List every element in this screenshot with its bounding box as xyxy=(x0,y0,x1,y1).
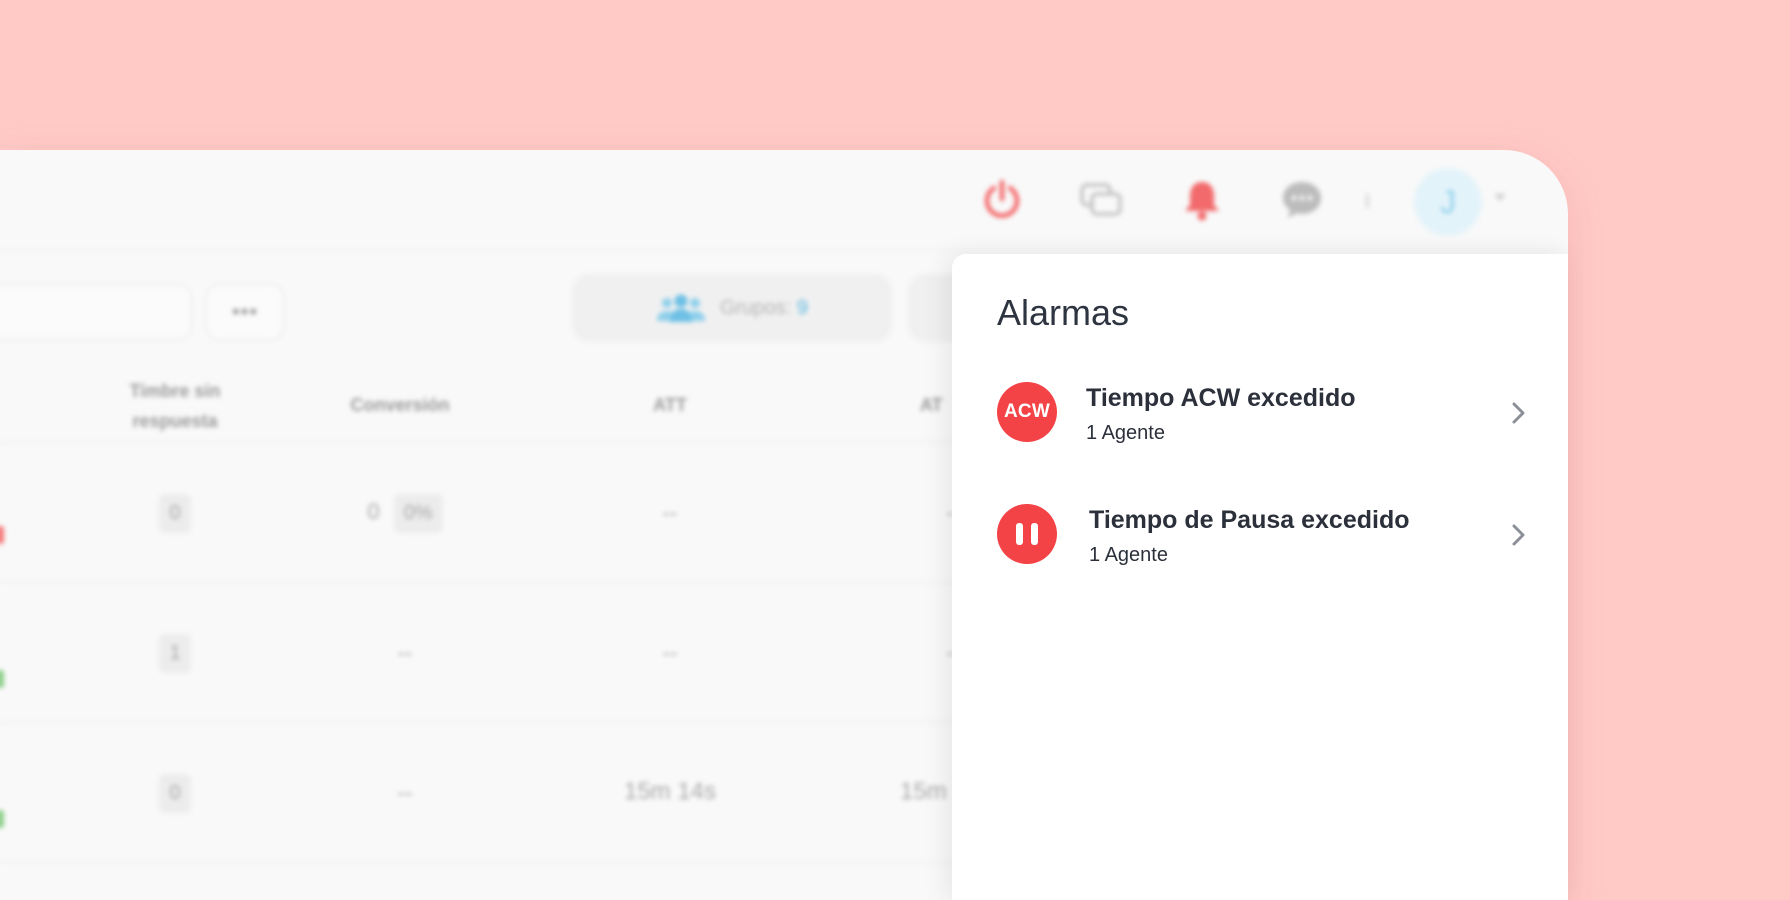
no-answer-value: 1 xyxy=(159,634,191,673)
chevron-right-icon xyxy=(1512,402,1525,424)
row-divider xyxy=(0,862,960,863)
conversion-value: 0 xyxy=(367,499,380,524)
pause-icon xyxy=(997,504,1057,564)
alarm-subtitle: 1 Agente xyxy=(1086,422,1165,444)
status-indicator xyxy=(0,670,4,688)
no-answer-value: 0 xyxy=(159,494,191,533)
att-value: -- xyxy=(662,500,678,525)
groups-label: Grupos: xyxy=(720,296,792,319)
chevron-down-icon[interactable] xyxy=(1494,194,1506,201)
alarms-panel: Alarmas ACW Tiempo ACW excedido 1 Agente… xyxy=(952,254,1568,900)
chat-icon[interactable] xyxy=(1274,172,1330,228)
more-label: ••• xyxy=(231,299,259,324)
alarm-title: Tiempo ACW excedido xyxy=(1086,384,1356,412)
column-header-no-answer: Timbre sin respuesta xyxy=(129,381,221,431)
avatar-initial: J xyxy=(1440,183,1456,220)
users-icon xyxy=(657,294,706,322)
acw-badge-icon: ACW xyxy=(997,382,1057,442)
conversations-icon[interactable] xyxy=(1074,172,1130,228)
top-bar: J xyxy=(0,150,1568,251)
status-indicator xyxy=(0,526,4,544)
row-divider xyxy=(0,722,960,723)
search-input[interactable] xyxy=(0,284,192,340)
more-options-button[interactable]: ••• xyxy=(206,284,284,340)
att-value: -- xyxy=(662,640,678,665)
acw-badge-text: ACW xyxy=(1004,401,1050,422)
conversion-percent: 0% xyxy=(393,494,443,533)
bell-icon[interactable] xyxy=(1174,172,1230,228)
toolbar-divider xyxy=(1366,194,1369,208)
alarm-item-acw[interactable]: ACW Tiempo ACW excedido 1 Agente xyxy=(997,382,1537,446)
groups-button[interactable]: Grupos: 9 xyxy=(572,274,892,342)
conversion-value: -- xyxy=(397,640,413,665)
alarm-item-pause[interactable]: Tiempo de Pausa excedido 1 Agente xyxy=(997,504,1537,568)
power-icon[interactable] xyxy=(974,172,1030,228)
column-header-conversion: Conversión xyxy=(350,395,450,415)
header-divider xyxy=(0,442,960,443)
chevron-right-icon xyxy=(1512,524,1525,546)
groups-count: 9 xyxy=(796,296,808,319)
column-header-att: ATT xyxy=(653,395,687,415)
status-indicator xyxy=(0,810,4,828)
alarm-subtitle: 1 Agente xyxy=(1089,544,1168,566)
conversion-value: -- xyxy=(397,780,413,805)
att-value: 15m 14s xyxy=(623,778,717,805)
row-divider xyxy=(0,582,960,583)
panel-title: Alarmas xyxy=(997,292,1130,333)
alarm-title: Tiempo de Pausa excedido xyxy=(1089,506,1410,534)
no-answer-value: 0 xyxy=(159,774,191,813)
avatar[interactable]: J xyxy=(1414,168,1482,236)
